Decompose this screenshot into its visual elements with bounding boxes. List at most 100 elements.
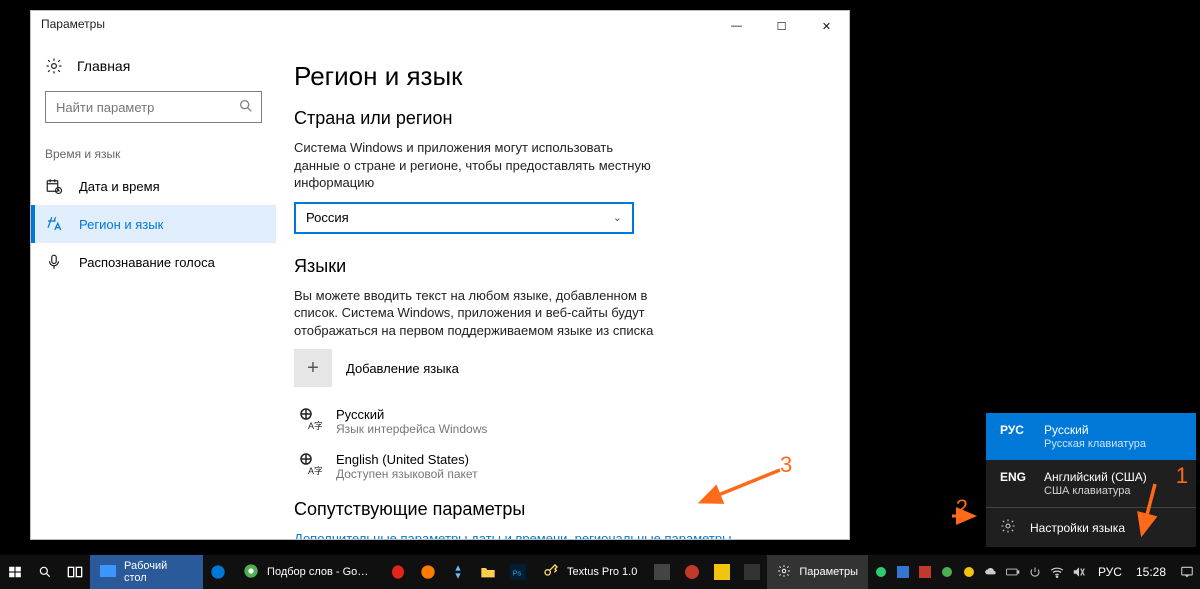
gear-icon (45, 57, 63, 75)
taskbar-app[interactable] (203, 555, 233, 589)
svg-text:A字: A字 (308, 420, 322, 431)
task-label: Рабочий стол (124, 560, 193, 584)
clock[interactable]: 15:28 (1128, 565, 1174, 579)
window-controls: — ☐ ✕ (714, 11, 849, 41)
languages-header: Языки (294, 256, 819, 277)
language-name: Русский (1044, 423, 1146, 437)
sidebar-item-region-language[interactable]: Регион и язык (31, 205, 276, 243)
language-row[interactable]: A字 English (United States) Доступен язык… (294, 444, 819, 489)
taskbar-task[interactable]: Подбор слов - Googl... (233, 555, 383, 589)
tray-icon[interactable] (962, 565, 976, 579)
page-title: Регион и язык (294, 61, 819, 92)
sidebar-item-speech[interactable]: Распознавание голоса (31, 243, 276, 281)
task-view-button[interactable] (60, 555, 90, 589)
edge-icon (210, 564, 226, 580)
add-language-label: Добавление языка (346, 361, 459, 376)
related-link[interactable]: Дополнительные параметры даты и времени,… (294, 531, 731, 539)
gear-icon (1000, 518, 1016, 537)
app-icon (714, 564, 730, 580)
taskbar-app[interactable] (413, 555, 443, 589)
sidebar-home[interactable]: Главная (31, 51, 276, 83)
onedrive-icon[interactable] (984, 565, 998, 579)
language-name: Русский (336, 407, 487, 422)
tray-icon[interactable] (940, 565, 954, 579)
close-button[interactable]: ✕ (804, 11, 849, 41)
taskbar-app[interactable]: Ps (503, 555, 533, 589)
task-label: Textus Pro 1.0 (567, 566, 637, 578)
keyboard-name: Русская клавиатура (1044, 438, 1146, 450)
language-option[interactable]: ENG Английский (США) США клавиатура (986, 460, 1196, 507)
maximize-button[interactable]: ☐ (759, 11, 804, 41)
taskbar-app[interactable] (677, 555, 707, 589)
taskbar-app[interactable] (737, 555, 767, 589)
language-settings-button[interactable]: Настройки языка (986, 508, 1196, 547)
task-view-icon (67, 564, 83, 580)
gear-icon (777, 564, 791, 581)
start-button[interactable] (0, 555, 30, 589)
plus-icon: + (294, 349, 332, 387)
task-label: Подбор слов - Googl... (267, 566, 373, 578)
chevron-down-icon: ⌄ (613, 211, 622, 224)
taskbar-app[interactable] (647, 555, 677, 589)
app-icon (744, 564, 760, 580)
taskbar-task[interactable]: Textus Pro 1.0 (533, 555, 647, 589)
tray-icon[interactable] (896, 565, 910, 579)
app-icon (684, 564, 700, 580)
language-switcher-flyout: РУС Русский Русская клавиатура ENG Англи… (986, 413, 1196, 547)
search-input[interactable] (45, 91, 262, 123)
taskbar-app[interactable] (473, 555, 503, 589)
taskbar-app[interactable] (383, 555, 413, 589)
language-option[interactable]: РУС Русский Русская клавиатура (986, 413, 1196, 460)
action-center-icon[interactable] (1180, 565, 1194, 579)
taskbar-app[interactable] (443, 555, 473, 589)
search-icon (37, 564, 53, 580)
sidebar-item-label: Дата и время (79, 179, 160, 194)
taskbar-task[interactable]: Параметры (767, 555, 868, 589)
chrome-icon (243, 563, 259, 582)
taskbar-task[interactable]: Рабочий стол (90, 555, 203, 589)
power-icon[interactable] (1028, 565, 1042, 579)
wifi-icon[interactable] (1050, 565, 1064, 579)
windows-icon (7, 564, 23, 580)
language-list: + Добавление языка A字 Русский Язык интер… (294, 349, 819, 489)
tray-icon[interactable] (874, 565, 888, 579)
sidebar-home-label: Главная (77, 58, 130, 74)
sidebar-group: Время и язык (31, 123, 276, 167)
sidebar-item-date-time[interactable]: Дата и время (31, 167, 276, 205)
language-name: Английский (США) (1044, 470, 1147, 484)
minimize-button[interactable]: — (714, 11, 759, 41)
settings-window: Параметры — ☐ ✕ Главная Время и язык (30, 10, 850, 540)
language-indicator[interactable]: РУС (1092, 565, 1128, 579)
region-desc: Система Windows и приложения могут испол… (294, 139, 654, 192)
language-row[interactable]: A字 Русский Язык интерфейса Windows (294, 399, 819, 444)
svg-text:Ps: Ps (513, 568, 522, 577)
language-code: ENG (1000, 470, 1030, 484)
language-icon: A字 (298, 407, 322, 431)
search-button[interactable] (30, 555, 60, 589)
window-title: Параметры (41, 17, 105, 31)
explorer-icon (480, 564, 496, 580)
region-select[interactable]: Россия ⌄ (294, 202, 634, 234)
battery-icon[interactable] (1006, 565, 1020, 579)
language-sub: Язык интерфейса Windows (336, 422, 487, 436)
taskbar-app[interactable] (707, 555, 737, 589)
add-language-button[interactable]: + Добавление языка (294, 349, 819, 387)
photoshop-icon: Ps (510, 564, 526, 580)
opera-icon (390, 564, 406, 580)
languages-desc: Вы можете вводить текст на любом языке, … (294, 287, 654, 340)
tray-icon[interactable] (918, 565, 932, 579)
language-settings-label: Настройки языка (1030, 521, 1125, 535)
related-settings: Сопутствующие параметры Дополнительные п… (294, 499, 819, 539)
annotation-2: 2 (956, 495, 968, 521)
region-header: Страна или регион (294, 108, 819, 129)
volume-icon[interactable] (1072, 565, 1086, 579)
language-code: РУС (1000, 423, 1030, 437)
app-icon (654, 564, 670, 580)
desktop-icon (100, 564, 116, 581)
sidebar-item-label: Регион и язык (79, 217, 163, 232)
task-label: Параметры (799, 566, 858, 578)
microphone-icon (45, 253, 63, 271)
region-select-value: Россия (306, 210, 349, 225)
related-header: Сопутствующие параметры (294, 499, 819, 520)
firefox-icon (420, 564, 436, 580)
